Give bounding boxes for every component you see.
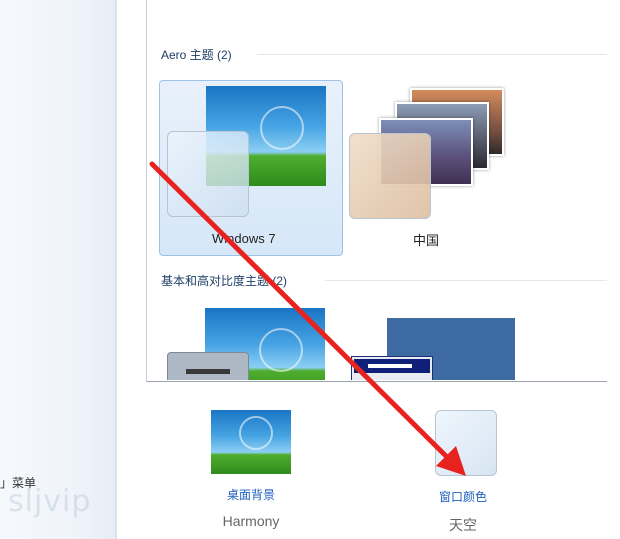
red-arrow-annotation [149,161,466,476]
arrow-shaft [149,161,455,465]
